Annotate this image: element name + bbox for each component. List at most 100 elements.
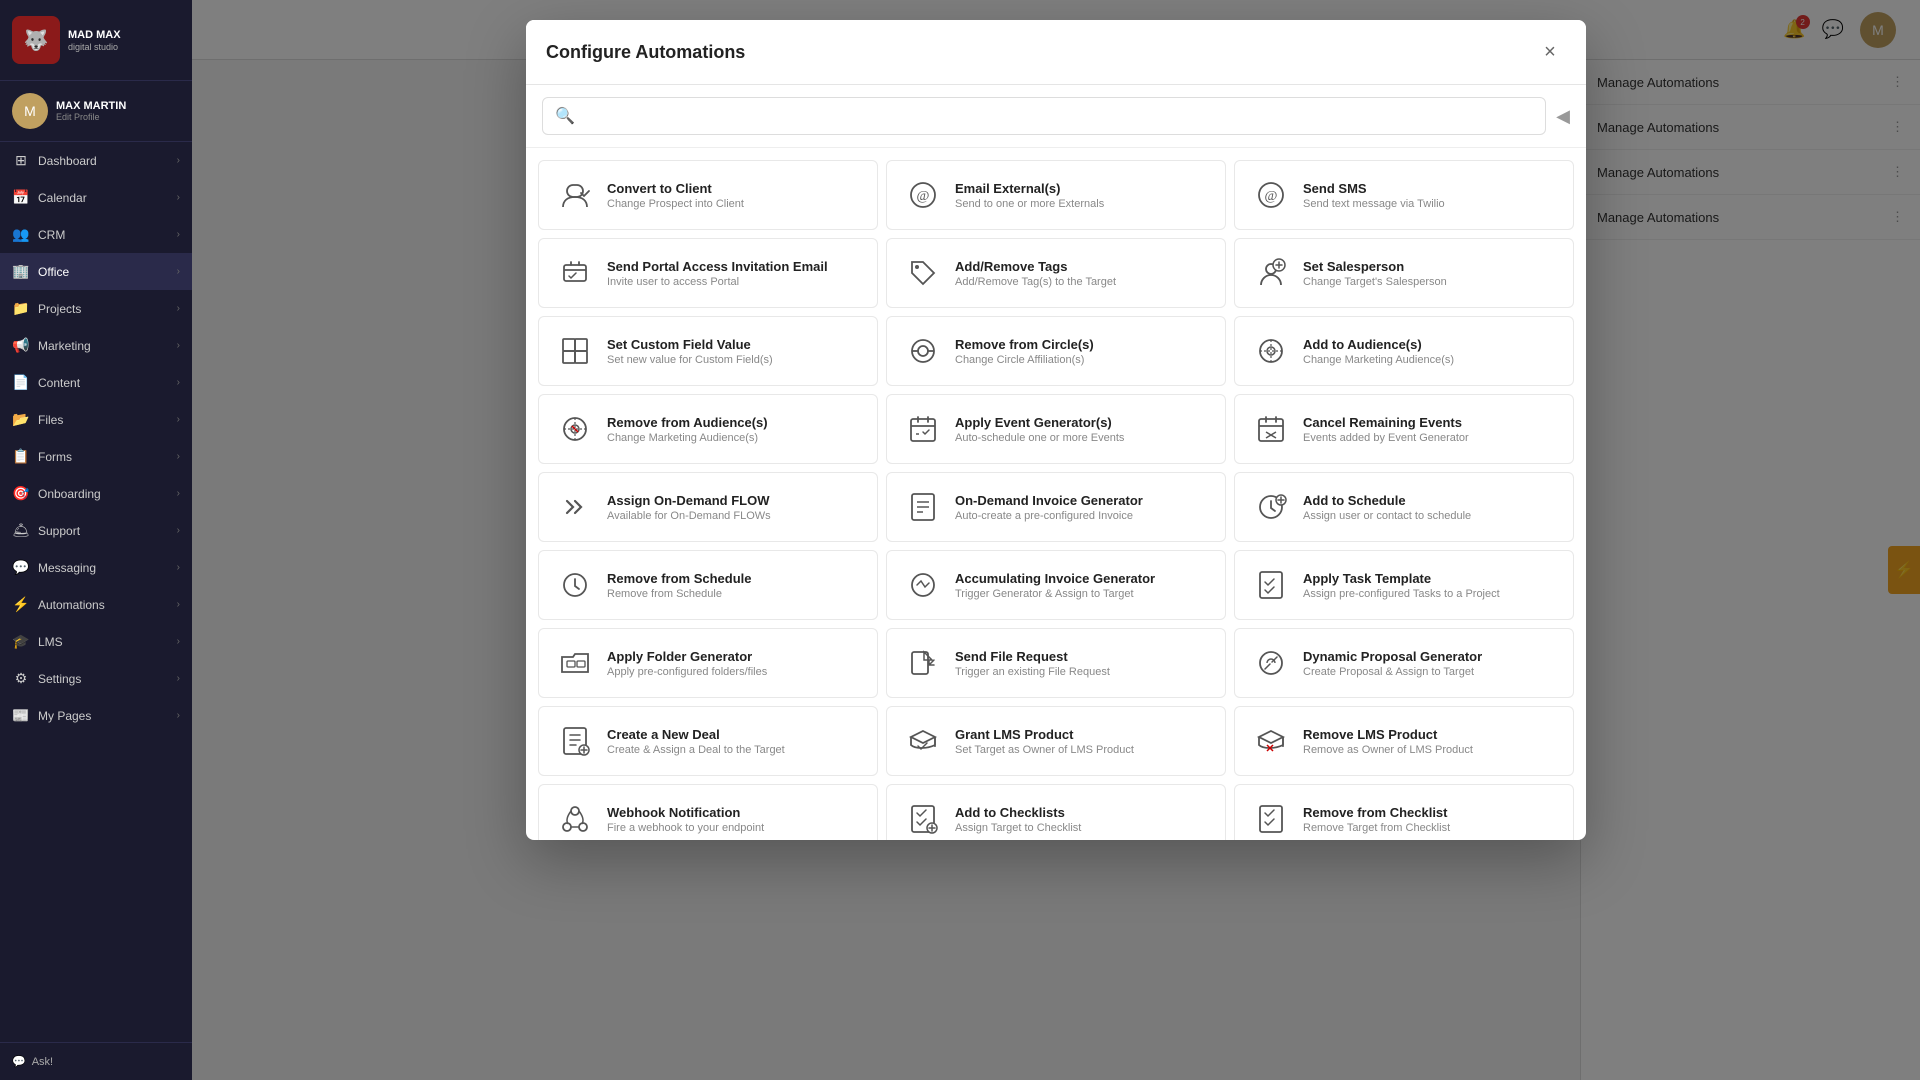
- sidebar-item-marketing[interactable]: 📢 Marketing ›: [0, 327, 192, 364]
- portal-access-icon: [555, 253, 595, 293]
- calendar-icon: 📅: [12, 189, 30, 206]
- sidebar-nav: ⊞ Dashboard › 📅 Calendar › 👥 CRM ›: [0, 142, 192, 1042]
- forms-icon: 📋: [12, 448, 30, 465]
- sidebar-item-settings[interactable]: ⚙ Settings ›: [0, 660, 192, 697]
- sidebar: 🐺 MAD MAX digital studio M MAX MARTIN Ed…: [0, 0, 192, 1080]
- back-button[interactable]: ◀: [1556, 106, 1570, 127]
- sidebar-item-lms[interactable]: 🎓 LMS ›: [0, 623, 192, 660]
- marketing-icon: 📢: [12, 337, 30, 354]
- ask-icon: 💬: [12, 1055, 26, 1068]
- apply-folder-generator-icon: [555, 643, 595, 683]
- automation-card-apply-event-generator[interactable]: Apply Event Generator(s) Auto-schedule o…: [886, 394, 1226, 464]
- sidebar-item-forms[interactable]: 📋 Forms ›: [0, 438, 192, 475]
- automation-card-remove-lms-product[interactable]: Remove LMS Product Remove as Owner of LM…: [1234, 706, 1574, 776]
- automation-card-grant-lms-product[interactable]: Grant LMS Product Set Target as Owner of…: [886, 706, 1226, 776]
- chevron-right-icon: ›: [177, 377, 180, 388]
- automation-card-add-to-checklists[interactable]: Add to Checklists Assign Target to Check…: [886, 784, 1226, 840]
- automation-card-add-to-audiences[interactable]: Add to Audience(s) Change Marketing Audi…: [1234, 316, 1574, 386]
- email-externals-icon: @: [903, 175, 943, 215]
- sidebar-user[interactable]: M MAX MARTIN Edit Profile: [0, 81, 192, 142]
- automation-card-email-externals[interactable]: @ Email External(s) Send to one or more …: [886, 160, 1226, 230]
- modal-overlay: Configure Automations × 🔍 ◀: [192, 0, 1920, 1080]
- sidebar-item-files[interactable]: 📂 Files ›: [0, 401, 192, 438]
- grant-lms-product-icon: [903, 721, 943, 761]
- modal-title: Configure Automations: [546, 42, 745, 63]
- automation-card-apply-folder-generator[interactable]: Apply Folder Generator Apply pre-configu…: [538, 628, 878, 698]
- sidebar-footer: 💬 Ask!: [0, 1042, 192, 1080]
- automation-card-assign-on-demand-flow[interactable]: Assign On-Demand FLOW Available for On-D…: [538, 472, 878, 542]
- on-demand-invoice-icon: [903, 487, 943, 527]
- automation-card-portal-access[interactable]: Send Portal Access Invitation Email Invi…: [538, 238, 878, 308]
- settings-icon: ⚙: [12, 670, 30, 687]
- sidebar-logo: 🐺 MAD MAX digital studio: [0, 0, 192, 81]
- automation-card-create-new-deal[interactable]: Create a New Deal Create & Assign a Deal…: [538, 706, 878, 776]
- sidebar-item-automations[interactable]: ⚡ Automations ›: [0, 586, 192, 623]
- cancel-remaining-events-icon: [1251, 409, 1291, 449]
- automation-card-cancel-remaining-events[interactable]: Cancel Remaining Events Events added by …: [1234, 394, 1574, 464]
- ask-button[interactable]: 💬 Ask!: [12, 1055, 180, 1068]
- sidebar-item-office[interactable]: 🏢 Office ›: [0, 253, 192, 290]
- crm-icon: 👥: [12, 226, 30, 243]
- content-icon: 📄: [12, 374, 30, 391]
- my-pages-icon: 📰: [12, 707, 30, 724]
- remove-from-audiences-icon: [555, 409, 595, 449]
- sidebar-item-content[interactable]: 📄 Content ›: [0, 364, 192, 401]
- automation-card-add-remove-tags[interactable]: Add/Remove Tags Add/Remove Tag(s) to the…: [886, 238, 1226, 308]
- chevron-right-icon: ›: [177, 303, 180, 314]
- modal-close-button[interactable]: ×: [1534, 36, 1566, 68]
- onboarding-icon: 🎯: [12, 485, 30, 502]
- accumulating-invoice-icon: [903, 565, 943, 605]
- automation-card-send-sms[interactable]: @ Send SMS Send text message via Twilio: [1234, 160, 1574, 230]
- svg-text:@: @: [917, 189, 930, 204]
- chevron-right-icon: ›: [177, 525, 180, 536]
- chevron-right-icon: ›: [177, 451, 180, 462]
- automation-card-dynamic-proposal-generator[interactable]: Dynamic Proposal Generator Create Propos…: [1234, 628, 1574, 698]
- sidebar-item-support[interactable]: 🛎 Support ›: [0, 512, 192, 549]
- automation-card-send-file-request[interactable]: Send File Request Trigger an existing Fi…: [886, 628, 1226, 698]
- dashboard-icon: ⊞: [12, 152, 30, 169]
- chevron-right-icon: ›: [177, 266, 180, 277]
- user-info: MAX MARTIN Edit Profile: [56, 100, 126, 122]
- automations-icon: ⚡: [12, 596, 30, 613]
- set-custom-field-icon: [555, 331, 595, 371]
- search-input[interactable]: [585, 108, 1533, 124]
- configure-automations-modal: Configure Automations × 🔍 ◀: [526, 20, 1586, 840]
- apply-task-template-icon: [1251, 565, 1291, 605]
- support-icon: 🛎: [12, 522, 30, 539]
- automation-card-remove-from-circle[interactable]: Remove from Circle(s) Change Circle Affi…: [886, 316, 1226, 386]
- sidebar-item-onboarding[interactable]: 🎯 Onboarding ›: [0, 475, 192, 512]
- chevron-right-icon: ›: [177, 488, 180, 499]
- chevron-right-icon: ›: [177, 155, 180, 166]
- sidebar-item-my-pages[interactable]: 📰 My Pages ›: [0, 697, 192, 734]
- automation-card-set-custom-field[interactable]: Set Custom Field Value Set new value for…: [538, 316, 878, 386]
- automation-card-remove-from-audiences[interactable]: Remove from Audience(s) Change Marketing…: [538, 394, 878, 464]
- dynamic-proposal-generator-icon: [1251, 643, 1291, 683]
- convert-to-client-icon: [555, 175, 595, 215]
- automation-card-accumulating-invoice[interactable]: Accumulating Invoice Generator Trigger G…: [886, 550, 1226, 620]
- automation-card-apply-task-template[interactable]: Apply Task Template Assign pre-configure…: [1234, 550, 1574, 620]
- chevron-right-icon: ›: [177, 414, 180, 425]
- sidebar-item-calendar[interactable]: 📅 Calendar ›: [0, 179, 192, 216]
- messaging-icon: 💬: [12, 559, 30, 576]
- sidebar-item-messaging[interactable]: 💬 Messaging ›: [0, 549, 192, 586]
- chevron-right-icon: ›: [177, 229, 180, 240]
- chevron-right-icon: ›: [177, 340, 180, 351]
- automation-card-on-demand-invoice[interactable]: On-Demand Invoice Generator Auto-create …: [886, 472, 1226, 542]
- chevron-right-icon: ›: [177, 599, 180, 610]
- automation-card-add-to-schedule[interactable]: Add to Schedule Assign user or contact t…: [1234, 472, 1574, 542]
- add-to-audiences-icon: [1251, 331, 1291, 371]
- office-icon: 🏢: [12, 263, 30, 280]
- svg-text:@: @: [1265, 189, 1278, 204]
- sidebar-item-crm[interactable]: 👥 CRM ›: [0, 216, 192, 253]
- modal-search-bar: 🔍 ◀: [526, 85, 1586, 148]
- sidebar-item-projects[interactable]: 📁 Projects ›: [0, 290, 192, 327]
- automation-card-convert-to-client[interactable]: Convert to Client Change Prospect into C…: [538, 160, 878, 230]
- automation-card-remove-from-checklist[interactable]: Remove from Checklist Remove Target from…: [1234, 784, 1574, 840]
- automation-card-set-salesperson[interactable]: Set Salesperson Change Target's Salesper…: [1234, 238, 1574, 308]
- modal-header: Configure Automations ×: [526, 20, 1586, 85]
- chevron-right-icon: ›: [177, 673, 180, 684]
- chevron-right-icon: ›: [177, 192, 180, 203]
- automation-card-remove-from-schedule[interactable]: Remove from Schedule Remove from Schedul…: [538, 550, 878, 620]
- sidebar-item-dashboard[interactable]: ⊞ Dashboard ›: [0, 142, 192, 179]
- automation-card-webhook-notification[interactable]: Webhook Notification Fire a webhook to y…: [538, 784, 878, 840]
